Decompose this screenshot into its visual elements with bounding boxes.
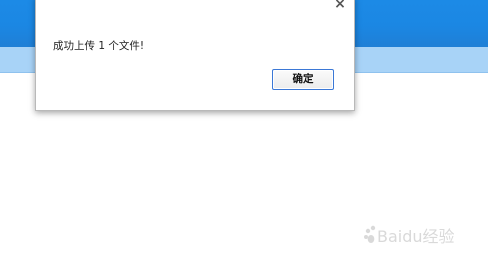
dialog-message: 成功上传 1 个文件! <box>53 40 145 52</box>
upload-success-dialog: × 成功上传 1 个文件! 确定 <box>35 0 355 111</box>
baidu-paw-icon <box>364 225 376 243</box>
ok-button[interactable]: 确定 <box>272 69 334 90</box>
page: × 成功上传 1 个文件! 确定 Baidu经验 <box>0 0 488 261</box>
close-icon[interactable]: × <box>333 0 347 11</box>
baidu-watermark-logo: Baidu经验 <box>364 225 455 246</box>
baidu-watermark-text: Baidu经验 <box>377 227 455 246</box>
